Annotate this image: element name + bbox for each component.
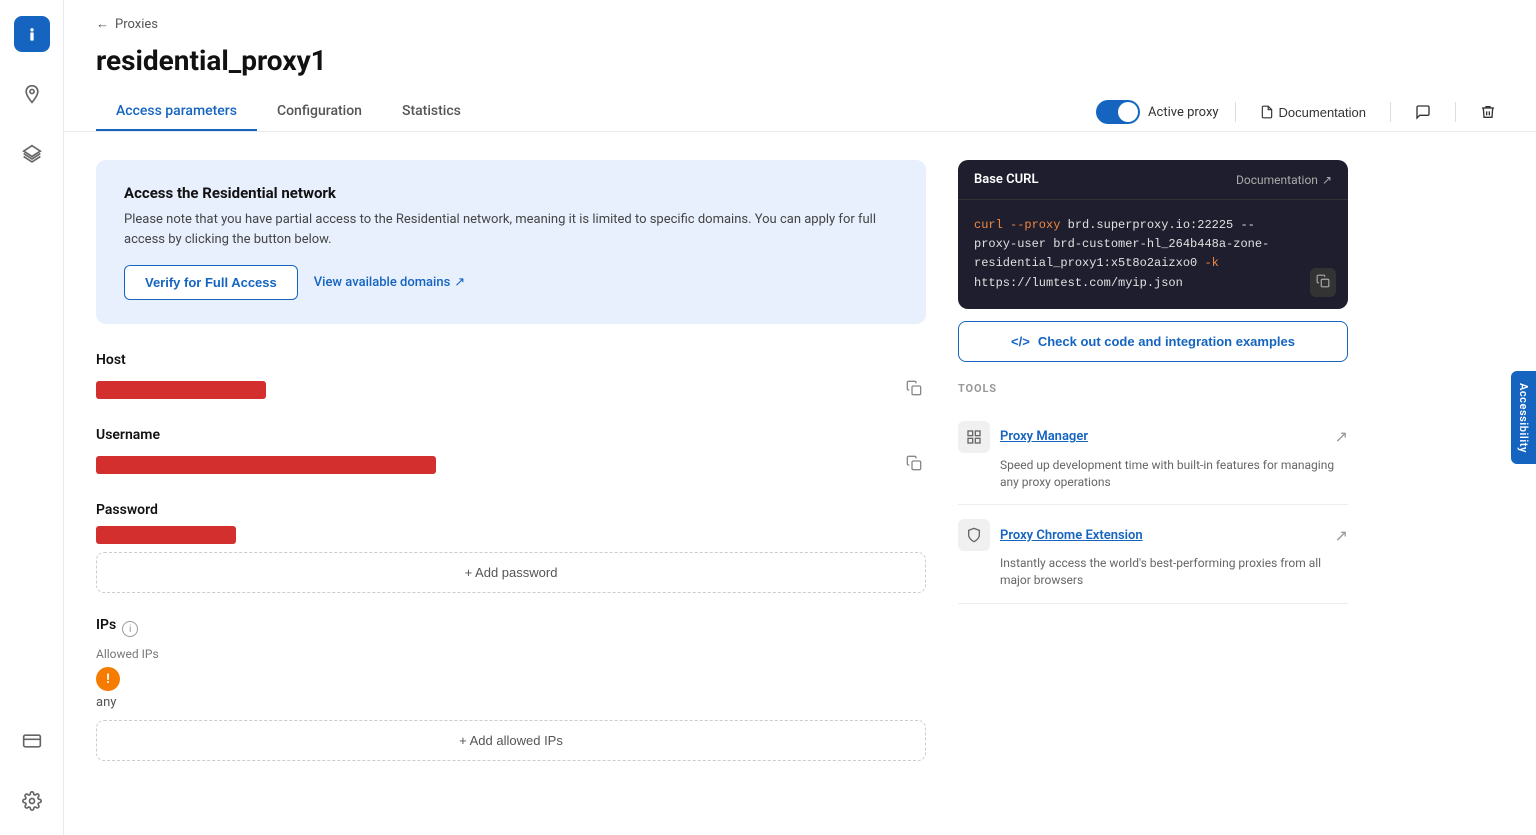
tab-access-parameters[interactable]: Access parameters [96,93,257,131]
curl-box: Base CURL Documentation ↗ curl --proxy b… [958,160,1348,309]
right-column: Base CURL Documentation ↗ curl --proxy b… [958,160,1348,807]
tool-item-chrome-extension: Proxy Chrome Extension ↗ Instantly acces… [958,505,1348,604]
proxy-manager-name[interactable]: Proxy Manager [1000,429,1088,444]
ips-field: IPs i Allowed IPs ! any + Add allowed IP… [96,617,926,761]
tool-name-row-ce: Proxy Chrome Extension [958,519,1143,551]
sidebar-item-info[interactable] [14,16,50,52]
curl-header: Base CURL Documentation ↗ [958,160,1348,200]
tool-item-proxy-manager: Proxy Manager ↗ Speed up development tim… [958,407,1348,506]
integration-icon: </> [1011,334,1030,349]
active-proxy-toggle-wrapper: Active proxy [1096,100,1219,124]
integration-label: Check out code and integration examples [1038,334,1295,349]
proxy-manager-icon [958,421,990,453]
info-box-text: Please note that you have partial access… [124,210,898,249]
doc-icon [1260,105,1274,119]
documentation-button[interactable]: Documentation [1252,101,1374,124]
header: ← Proxies residential_proxy1 Access para… [64,0,1536,132]
view-domains-label: View available domains [314,275,451,290]
add-allowed-ips-button[interactable]: + Add allowed IPs [96,720,926,761]
host-field: Host [96,352,926,403]
tool-item-header-pm: Proxy Manager ↗ [958,421,1348,453]
host-copy-button[interactable] [902,376,926,403]
tabs-row: Access parameters Configuration Statisti… [96,93,1504,131]
curl-body: curl --proxy brd.superproxy.io:22225 -- … [958,200,1348,309]
copy-icon-2 [906,455,922,471]
ips-info-icon[interactable]: i [122,621,138,637]
host-label: Host [96,352,926,368]
active-proxy-toggle[interactable] [1096,100,1140,124]
delete-button[interactable] [1472,100,1504,124]
curl-doc-link[interactable]: Documentation ↗ [1236,173,1332,187]
chrome-extension-desc: Instantly access the world's best-perfor… [958,555,1348,589]
username-label: Username [96,427,926,443]
left-column: Access the Residential network Please no… [96,160,926,807]
curl-copy-button[interactable] [1310,268,1336,297]
copy-icon [906,380,922,396]
accessibility-tab[interactable]: Accessibility [1511,371,1536,465]
info-box-title: Access the Residential network [124,184,898,202]
breadcrumb-arrow: ← [96,16,109,32]
curl-doc-label: Documentation [1236,173,1318,187]
curl-title: Base CURL [974,172,1038,187]
password-field: Password + Add password [96,502,926,593]
chrome-extension-name[interactable]: Proxy Chrome Extension [1000,528,1143,543]
content-area: Access the Residential network Please no… [64,132,1536,835]
chrome-extension-external-icon[interactable]: ↗ [1335,526,1348,545]
view-domains-link[interactable]: View available domains ↗ [314,275,465,290]
integration-button[interactable]: </> Check out code and integration examp… [958,321,1348,362]
proxy-manager-external-icon[interactable]: ↗ [1335,427,1348,446]
ips-label: IPs [96,617,116,633]
sidebar-item-card[interactable] [14,723,50,759]
tool-name-row-pm: Proxy Manager [958,421,1088,453]
breadcrumb[interactable]: ← Proxies [96,16,1504,32]
page-title: residential_proxy1 [96,44,1504,77]
warning-icon: ! [96,667,120,691]
sidebar-item-location[interactable] [14,76,50,112]
verify-button[interactable]: Verify for Full Access [124,265,298,300]
divider-2 [1390,102,1391,122]
divider-3 [1455,102,1456,122]
comment-icon [1415,104,1431,120]
password-redacted [96,526,236,544]
delete-icon [1480,104,1496,120]
ips-value: any [96,695,926,710]
curl-copy-icon [1316,274,1330,288]
host-value-row [96,376,926,403]
add-password-button[interactable]: + Add password [96,552,926,593]
divider-1 [1235,102,1236,122]
allowed-ips-label: Allowed IPs [96,647,926,661]
header-actions: Active proxy Documentation [1096,100,1504,124]
info-box-actions: Verify for Full Access View available do… [124,265,898,300]
tool-item-header-ce: Proxy Chrome Extension ↗ [958,519,1348,551]
ips-label-row: IPs i [96,617,926,641]
tools-label: TOOLS [958,382,1348,395]
password-label: Password [96,502,926,518]
tabs: Access parameters Configuration Statisti… [96,93,481,131]
username-field: Username [96,427,926,478]
breadcrumb-label[interactable]: Proxies [115,17,158,32]
curl-external-icon: ↗ [1322,173,1332,187]
main-content: ← Proxies residential_proxy1 Access para… [64,0,1536,835]
sidebar-item-settings[interactable] [14,783,50,819]
username-copy-button[interactable] [902,451,926,478]
password-value-row [96,526,926,544]
username-value-row [96,451,926,478]
username-redacted [96,456,436,474]
host-redacted [96,381,266,399]
proxy-manager-desc: Speed up development time with built-in … [958,457,1348,491]
info-box: Access the Residential network Please no… [96,160,926,324]
chrome-extension-icon [958,519,990,551]
tab-statistics[interactable]: Statistics [382,93,481,131]
active-proxy-label: Active proxy [1148,105,1219,120]
comment-button[interactable] [1407,100,1439,124]
documentation-label: Documentation [1279,105,1366,120]
tab-configuration[interactable]: Configuration [257,93,382,131]
external-link-icon: ↗ [454,275,465,290]
sidebar [0,0,64,835]
sidebar-item-layers[interactable] [14,136,50,172]
